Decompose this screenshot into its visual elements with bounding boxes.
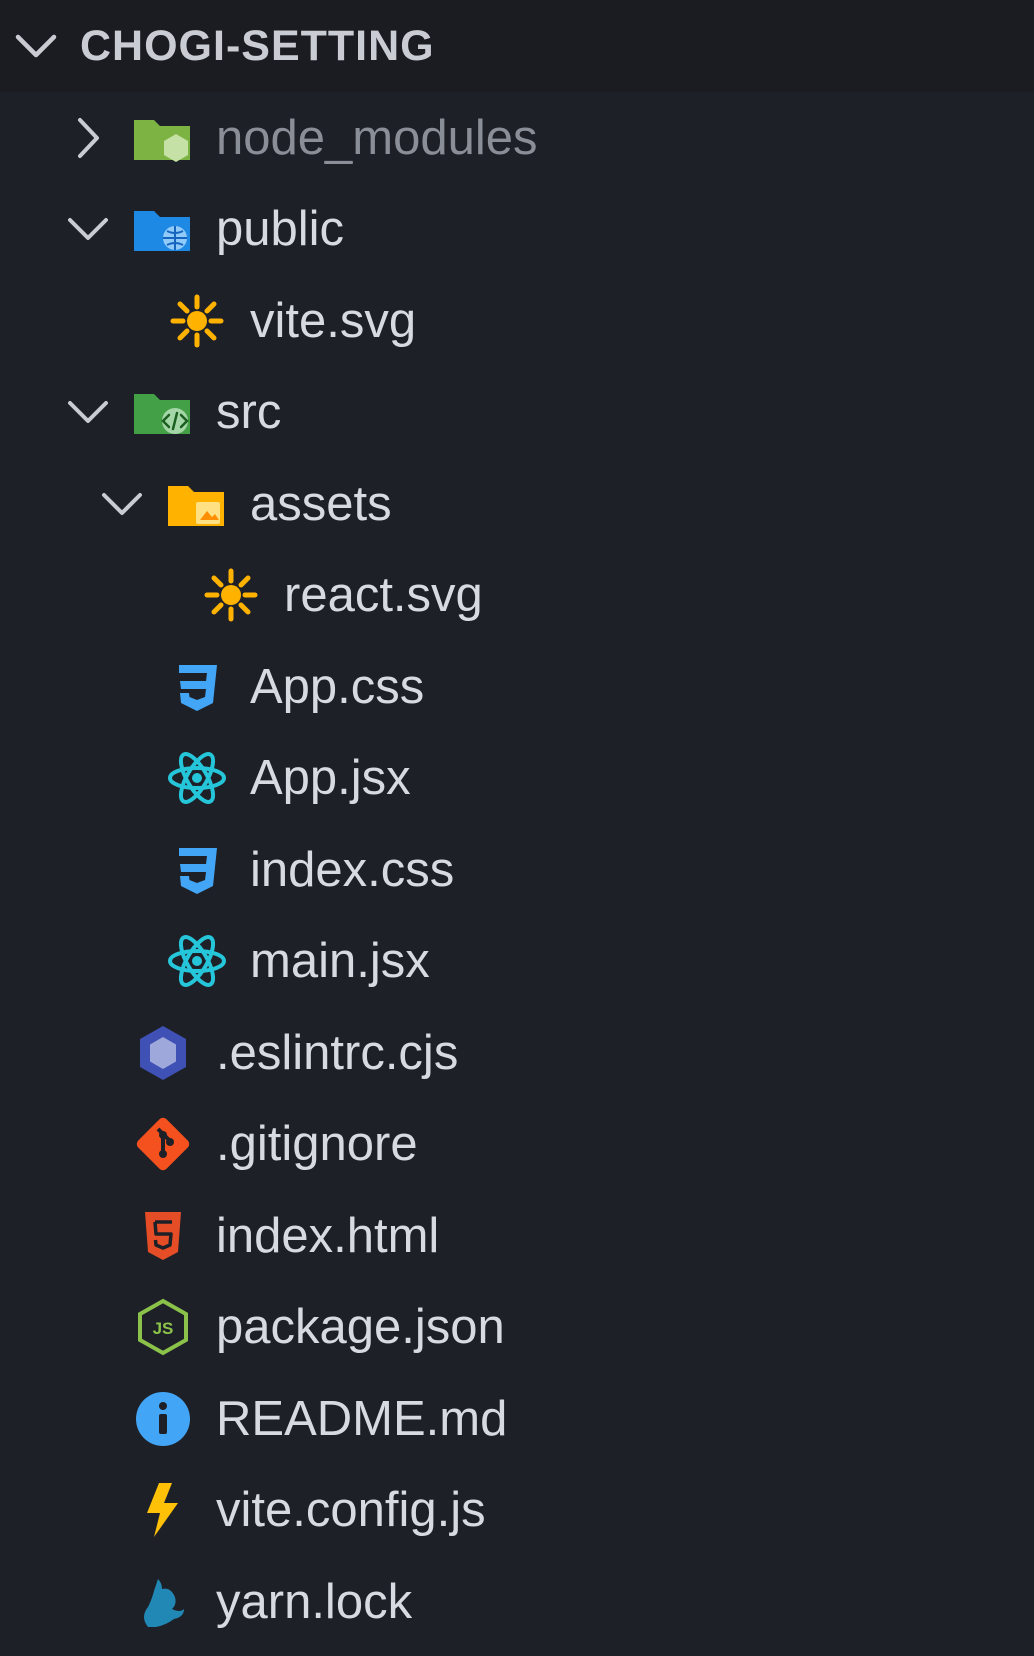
tree-item-app-jsx[interactable]: App.jsx [166, 733, 1034, 825]
tree-item-readme[interactable]: README.md [132, 1373, 1034, 1465]
git-file-icon [132, 1113, 194, 1175]
tree-item-label: vite.svg [250, 293, 417, 348]
tree-item-index-css[interactable]: index.css [166, 824, 1034, 916]
tree-item-react-svg[interactable]: react.svg [200, 550, 1034, 642]
tree-item-yarn-lock[interactable]: yarn.lock [132, 1556, 1034, 1648]
vite-file-icon [132, 1479, 194, 1541]
tree-item-label: App.css [250, 659, 425, 714]
tree-item-package-json[interactable]: JS package.json [132, 1282, 1034, 1374]
tree-item-label: react.svg [284, 568, 483, 623]
css-file-icon [166, 839, 228, 901]
tree-item-vite-config[interactable]: vite.config.js [132, 1465, 1034, 1557]
tree-item-label: yarn.lock [216, 1574, 413, 1629]
tree-item-label: App.jsx [250, 751, 411, 806]
tree-item-label: index.css [250, 842, 455, 897]
react-file-icon [166, 930, 228, 992]
chevron-down-icon[interactable] [66, 207, 110, 251]
tree-item-vite-svg[interactable]: vite.svg [166, 275, 1034, 367]
explorer-section-header[interactable]: CHOGI-SETTING [0, 0, 1034, 92]
file-explorer: CHOGI-SETTING node_modules public vite.s… [0, 0, 1034, 1656]
tree-item-main-jsx[interactable]: main.jsx [166, 916, 1034, 1008]
eslint-file-icon [132, 1022, 194, 1084]
tree-item-label: .eslintrc.cjs [216, 1025, 459, 1080]
tree-item-label: .gitignore [216, 1117, 418, 1172]
tree-item-label: index.html [216, 1208, 440, 1263]
chevron-right-icon[interactable] [66, 116, 110, 160]
explorer-section-title: CHOGI-SETTING [80, 21, 435, 70]
svg-file-icon [200, 564, 262, 626]
info-file-icon [132, 1388, 194, 1450]
node-modules-folder-icon [132, 107, 194, 169]
tree-item-label: src [216, 385, 282, 440]
react-file-icon [166, 747, 228, 809]
tree-item-label: public [216, 202, 345, 257]
tree-item-node-modules[interactable]: node_modules [66, 92, 1034, 184]
tree-item-label: main.jsx [250, 934, 430, 989]
public-folder-icon [132, 198, 194, 260]
css-file-icon [166, 656, 228, 718]
tree-item-label: package.json [216, 1300, 505, 1355]
tree-item-app-css[interactable]: App.css [166, 641, 1034, 733]
tree-item-label: node_modules [216, 110, 538, 165]
tree-item-src[interactable]: src [66, 367, 1034, 459]
src-folder-icon [132, 381, 194, 443]
nodejs-file-icon: JS [132, 1296, 194, 1358]
tree-item-label: assets [250, 476, 392, 531]
tree-item-gitignore[interactable]: .gitignore [132, 1099, 1034, 1191]
html-file-icon [132, 1205, 194, 1267]
tree-item-index-html[interactable]: index.html [132, 1190, 1034, 1282]
tree-item-assets[interactable]: assets [100, 458, 1034, 550]
yarn-file-icon [132, 1571, 194, 1633]
svg-text:JS: JS [153, 1319, 174, 1338]
tree-item-label: README.md [216, 1391, 508, 1446]
chevron-down-icon[interactable] [100, 482, 144, 526]
tree-item-public[interactable]: public [66, 184, 1034, 276]
tree-item-label: vite.config.js [216, 1483, 486, 1538]
chevron-down-icon[interactable] [14, 26, 68, 66]
file-tree: node_modules public vite.svg src assets … [0, 92, 1034, 1648]
assets-folder-icon [166, 473, 228, 535]
chevron-down-icon[interactable] [66, 390, 110, 434]
tree-item-eslintrc[interactable]: .eslintrc.cjs [132, 1007, 1034, 1099]
svg-file-icon [166, 290, 228, 352]
